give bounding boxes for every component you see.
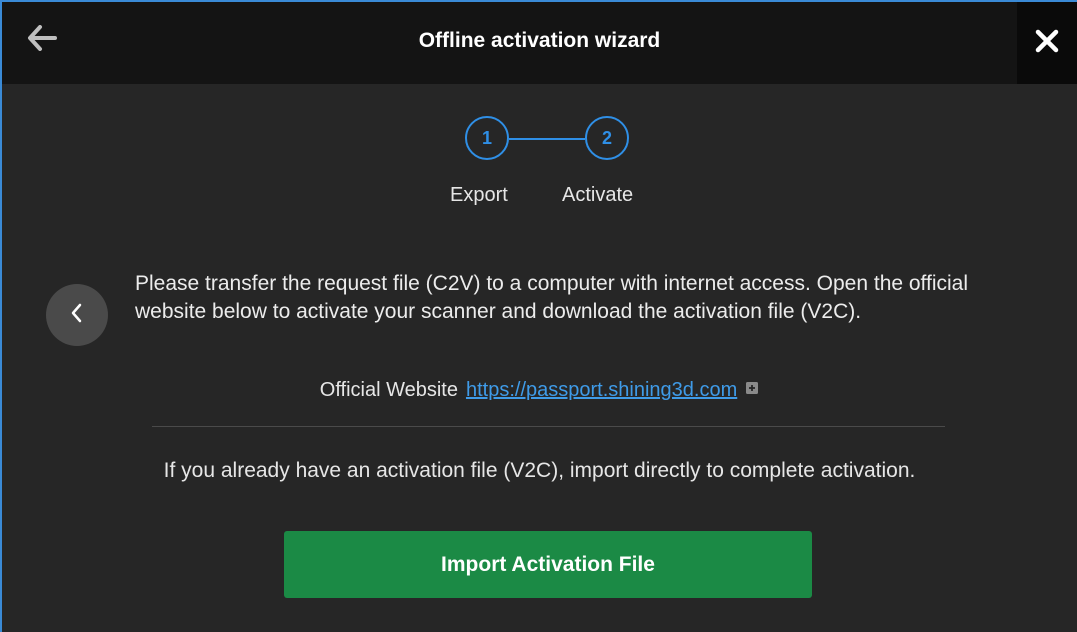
step-1-indicator: 1	[465, 116, 509, 160]
title-bar: Offline activation wizard	[2, 2, 1077, 84]
close-icon	[1035, 29, 1059, 58]
offline-activation-dialog: Offline activation wizard 1 2 Export Act…	[0, 0, 1077, 632]
close-button[interactable]	[1017, 2, 1077, 84]
step-1-label: Export	[450, 184, 508, 206]
official-website-label: Official Website	[319, 379, 458, 401]
step-connector	[509, 138, 585, 140]
chevron-left-icon	[69, 301, 85, 330]
wizard-stepper: 1 2 Export Activate	[2, 114, 1077, 214]
dialog-title: Offline activation wizard	[418, 29, 661, 52]
divider	[152, 426, 945, 427]
official-website-link[interactable]: https://passport.shining3d.com	[466, 379, 737, 401]
instructions-text: Please transfer the request file (C2V) t…	[135, 272, 969, 323]
import-hint-text: If you already have an activation file (…	[163, 459, 916, 482]
step-2-indicator: 2	[585, 116, 629, 160]
copy-icon[interactable]	[745, 378, 759, 401]
import-activation-file-button[interactable]: Import Activation File	[284, 531, 812, 598]
step-2-label: Activate	[562, 184, 634, 206]
official-website-row: Official Website https://passport.shining…	[2, 379, 1077, 402]
previous-step-button[interactable]	[46, 284, 108, 346]
